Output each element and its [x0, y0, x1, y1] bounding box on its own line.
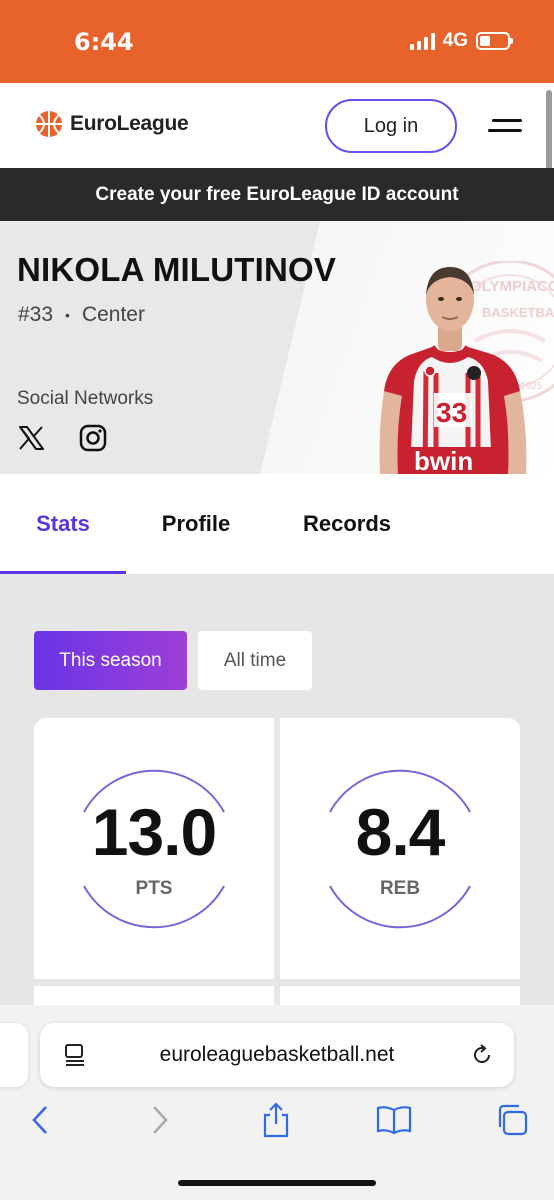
stat-value: 13.0: [91, 795, 217, 869]
svg-text:bwin: bwin: [414, 446, 473, 474]
previous-tab-preview[interactable]: [0, 1023, 28, 1087]
tab-stats[interactable]: Stats: [0, 474, 126, 574]
reload-icon[interactable]: [470, 1043, 494, 1067]
address-bar[interactable]: euroleaguebasketball.net: [40, 1023, 514, 1087]
player-position: Center: [81, 303, 145, 326]
tab-profile[interactable]: Profile: [126, 474, 266, 574]
svg-text:OLYMPIACOS: OLYMPIACOS: [470, 278, 554, 295]
svg-text:BASKETBALL: BASKETBALL: [482, 305, 554, 320]
instagram-icon[interactable]: [79, 424, 107, 452]
player-tabs: Stats Profile Records: [0, 474, 554, 574]
home-indicator: [178, 1180, 376, 1186]
share-icon[interactable]: [256, 1100, 296, 1140]
stat-label: REB: [379, 878, 421, 899]
stat-value: 8.4: [355, 795, 446, 869]
status-indicators: 4G: [409, 30, 513, 52]
svg-text:33: 33: [436, 397, 467, 428]
stat-label: PTS: [135, 878, 173, 899]
status-time: 6:44: [74, 28, 134, 56]
network-type: 4G: [442, 30, 468, 51]
hamburger-menu-icon[interactable]: [488, 119, 522, 135]
url-text[interactable]: euroleaguebasketball.net: [40, 1023, 514, 1087]
site-header: EuroLeague Log in: [0, 83, 554, 168]
tab-records[interactable]: Records: [266, 474, 428, 574]
x-twitter-icon[interactable]: [17, 424, 45, 452]
player-hero: NIKOLA MILUTINOV #33 • Center Social Net…: [0, 221, 554, 474]
stat-card-pts: 13.0 PTS: [34, 718, 274, 979]
bookmarks-icon[interactable]: [374, 1100, 414, 1140]
logo-text: EuroLeague: [70, 112, 189, 135]
euroleague-logo[interactable]: EuroLeague: [34, 109, 189, 139]
stats-grid: 13.0 PTS 8.4 REB: [34, 718, 520, 1028]
this-season-button[interactable]: This season: [34, 631, 187, 690]
stat-card-reb: 8.4 REB: [280, 718, 520, 979]
svg-text:1925: 1925: [520, 381, 543, 392]
browser-nav-bar: [0, 1100, 554, 1150]
create-account-banner[interactable]: Create your free EuroLeague ID account: [0, 168, 554, 221]
signal-icon: [409, 32, 435, 50]
all-time-button[interactable]: All time: [198, 631, 312, 690]
basketball-logo-icon: [36, 111, 62, 137]
battery-icon: [476, 32, 513, 50]
forward-icon[interactable]: [140, 1100, 180, 1140]
browser-toolbar: euroleaguebasketball.net: [0, 1005, 554, 1200]
player-photo: OLYMPIACOS BASKETBALL 1925 33 bwin: [379, 261, 554, 474]
back-icon[interactable]: [20, 1100, 60, 1140]
tabs-icon[interactable]: [492, 1100, 532, 1140]
player-meta: #33 • Center: [18, 303, 145, 327]
meta-separator: •: [65, 307, 70, 323]
player-number: #33: [18, 303, 54, 326]
status-bar: 6:44 4G: [0, 0, 554, 83]
player-name: NIKOLA MILUTINOV: [17, 251, 337, 288]
login-button[interactable]: Log in: [325, 99, 457, 153]
social-networks-label: Social Networks: [17, 388, 154, 409]
page-menu-icon[interactable]: [64, 1043, 86, 1067]
stats-section: This season All time 13.0 PTS 8.4 REB: [0, 574, 554, 1028]
